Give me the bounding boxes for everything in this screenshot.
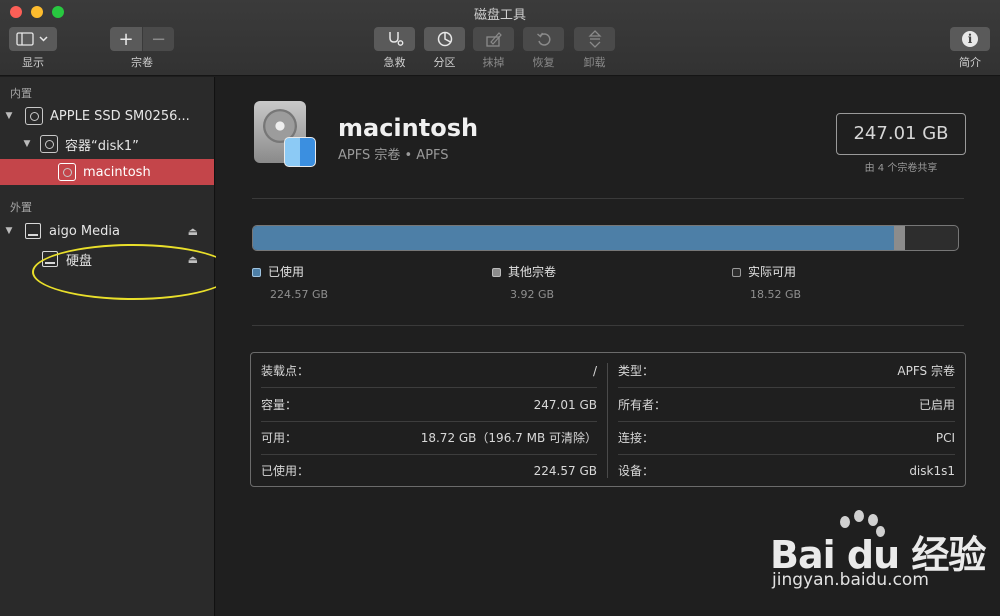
info-row-owners: 所有者： 已启用: [618, 398, 955, 412]
volume-disk-icon: [58, 163, 76, 181]
info-column-right: 类型： APFS 宗卷 所有者： 已启用 连接： PCI 设备： disk1s1: [608, 353, 965, 486]
partition-control: 分区: [424, 27, 465, 70]
restore-control: 恢复: [523, 27, 564, 70]
usage-bar-used: [253, 226, 894, 250]
erase-control: 抹掉: [473, 27, 514, 70]
divider: [252, 198, 964, 199]
sidebar-item-apple-ssd[interactable]: ▼ APPLE SSD SM0256...: [0, 103, 214, 129]
sidebar-item-macintosh[interactable]: macintosh: [0, 159, 214, 185]
legend-used-swatch: [252, 268, 261, 277]
erase-pencil-icon: [485, 32, 502, 47]
first-aid-label: 急救: [383, 56, 406, 69]
partition-label: 分区: [433, 56, 456, 69]
legend-available-swatch: [732, 268, 741, 277]
volume-control: + − 宗卷: [110, 27, 174, 70]
container-disk-icon: [40, 135, 58, 153]
legend-used-value: 224.57 GB: [270, 288, 329, 301]
volume-subtitle: APFS 宗卷 • APFS: [338, 148, 449, 163]
finder-icon: [284, 137, 316, 167]
legend-used-name: 已使用: [268, 265, 305, 279]
info-column-left: 装载点： / 容量： 247.01 GB 可用： 18.72 GB（196.7 MB …: [251, 353, 607, 486]
restore-arrow-icon: [536, 32, 551, 46]
legend-used: 已使用 224.57 GB: [252, 263, 328, 301]
info-icon: i: [962, 31, 978, 47]
erase-button[interactable]: [473, 27, 514, 51]
capacity-note: 由 4 个宗卷共享: [864, 163, 938, 174]
internal-disk-icon: [25, 107, 43, 125]
legend-other-volumes: 其他宗卷 3.92 GB: [492, 263, 556, 301]
pie-partition-icon: [437, 31, 452, 47]
usage-bar-other-volumes: [893, 226, 906, 250]
disclosure-triangle-icon[interactable]: ▼: [4, 111, 14, 121]
legend-other-value: 3.92 GB: [510, 288, 555, 301]
view-button[interactable]: [9, 27, 57, 51]
info-label: 简介: [959, 56, 981, 69]
internal-section-header: 内置: [10, 87, 32, 100]
external-section-header: 外置: [10, 201, 32, 214]
sidebar-item-label: aigo Media: [49, 223, 120, 239]
divider: [252, 325, 964, 326]
sidebar-toggle-icon: [16, 32, 48, 46]
disclosure-triangle-icon[interactable]: ▼: [4, 226, 14, 236]
baidu-watermark: Bai du 经验 jingyan.baidu.com: [770, 508, 990, 608]
remove-volume-button[interactable]: −: [142, 27, 174, 51]
unmount-control: 卸载: [574, 27, 615, 70]
view-label: 显示: [22, 56, 44, 69]
legend-available: 实际可用 18.52 GB: [732, 263, 801, 301]
sidebar-item-label: APPLE SSD SM0256...: [50, 108, 190, 124]
legend-available-name: 实际可用: [748, 265, 797, 279]
unmount-label: 卸载: [583, 56, 606, 69]
usage-bar: [252, 225, 959, 251]
sidebar-item-label: macintosh: [83, 164, 151, 180]
capacity-box: 247.01 GB: [836, 113, 966, 155]
sidebar-item-container[interactable]: ▼ 容器“disk1”: [0, 131, 214, 157]
sidebar-item-aigo-media[interactable]: ▼ aigo Media ⏏: [0, 218, 214, 244]
first-aid-button[interactable]: [374, 27, 415, 51]
info-row-mount-point: 装载点： /: [261, 363, 597, 379]
legend-other-name: 其他宗卷: [508, 265, 557, 279]
info-row-device: 设备： disk1s1: [618, 463, 955, 479]
add-volume-button[interactable]: +: [110, 27, 142, 51]
restore-label: 恢复: [532, 56, 555, 69]
legend-available-value: 18.52 GB: [750, 288, 802, 301]
external-disk-icon: [25, 223, 41, 239]
eject-icon[interactable]: ⏏: [188, 225, 198, 238]
info-row-type: 类型： APFS 宗卷: [618, 364, 955, 378]
info-row-connection: 连接： PCI: [618, 430, 955, 446]
partition-button[interactable]: [424, 27, 465, 51]
disclosure-triangle-icon[interactable]: ▼: [22, 139, 32, 149]
watermark-url: jingyan.baidu.com: [772, 570, 929, 590]
info-table: 装载点： / 容量： 247.01 GB 可用： 18.72 GB（196.7 MB …: [250, 352, 966, 487]
first-aid-control: 急救: [374, 27, 415, 70]
volume-name: macintosh: [338, 114, 479, 142]
unmount-button[interactable]: [574, 27, 615, 51]
info-button[interactable]: i: [950, 27, 990, 51]
annotation-ellipse: [32, 244, 234, 300]
toolbar: 磁盘工具 显示 + − 宗卷 急救 分区 抹掉 恢复 卸载 i 简介: [0, 0, 1000, 76]
info-row-available: 可用： 18.72 GB（196.7 MB 可清除）: [261, 431, 597, 445]
info-row-used: 已使用： 224.57 GB: [261, 463, 597, 479]
volume-label: 宗卷: [131, 56, 153, 69]
legend-other-swatch: [492, 268, 501, 277]
stethoscope-icon: [388, 32, 403, 46]
info-row-capacity: 容量： 247.01 GB: [261, 397, 597, 413]
view-control: 显示: [9, 27, 57, 70]
info-control: i 简介: [950, 27, 990, 70]
sidebar-item-label: 容器“disk1”: [65, 138, 139, 154]
sidebar: 内置 ▼ APPLE SSD SM0256... ▼ 容器“disk1” mac…: [0, 77, 215, 616]
unmount-icon: [587, 30, 602, 48]
restore-button[interactable]: [523, 27, 564, 51]
erase-label: 抹掉: [482, 56, 505, 69]
window-title: 磁盘工具: [473, 8, 526, 23]
